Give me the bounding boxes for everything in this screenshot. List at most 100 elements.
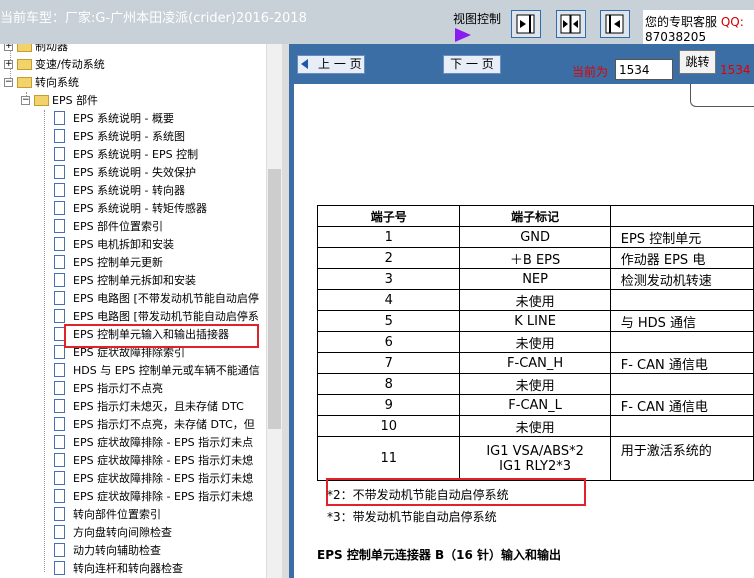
open-folder-icon [17, 76, 32, 88]
tree-item[interactable]: EPS 控制单元拆卸和安装 [54, 272, 196, 290]
column-header-terminal-mark: 端子标记 [459, 205, 611, 227]
tree-item[interactable]: EPS 症状故障排除 - EPS 指示灯未熄 [54, 452, 253, 470]
open-folder-icon [34, 94, 49, 106]
document-icon [54, 543, 65, 557]
table-row: 2 ＋B EPS 作动器 EPS 电 [316, 247, 754, 269]
document-icon [54, 255, 65, 269]
view-right-pane-button[interactable] [511, 10, 541, 38]
document-icon [54, 309, 65, 323]
table-row: 6 未使用 [316, 331, 754, 353]
tree-item[interactable]: 方向盘转向间隙检查 [54, 524, 172, 542]
section-heading: EPS 控制单元连接器 B（16 针）输入和输出 [317, 548, 562, 562]
terminal-desc [609, 415, 754, 437]
column-header-description [609, 205, 754, 227]
tree-item[interactable]: EPS 电路图 [不带发动机节能自动启停 [54, 290, 259, 308]
document-icon [54, 237, 65, 251]
document-icon [54, 399, 65, 413]
tree-item[interactable]: EPS 症状故障排除 - EPS 指示灯未熄 [54, 470, 253, 488]
table-row: 3 NEP 检测发动机转速 [316, 268, 754, 290]
terminal-no: 7 [316, 352, 461, 374]
right-pane-icon [516, 14, 535, 34]
tree-item[interactable]: EPS 指示灯不点亮 [54, 380, 163, 398]
tree-folder-eps-parts[interactable]: − EPS 部件 [21, 92, 98, 110]
view-split-pane-button[interactable] [556, 10, 586, 38]
terminal-no: 1 [316, 226, 461, 248]
table-row: 11 IG1 VSA/ABS*2 IG1 RLY2*3 用于激活系统的 [316, 436, 754, 481]
document-icon [54, 183, 65, 197]
footnote-3: *3：带发动机节能自动启停系统 [327, 510, 497, 524]
tree-item[interactable]: EPS 系统说明 - 失效保护 [54, 164, 196, 182]
terminal-mark: 未使用 [459, 331, 611, 353]
terminal-no: 6 [316, 331, 461, 353]
view-control-arrow-icon[interactable] [455, 28, 471, 42]
terminal-desc: F- CAN 通信电 [609, 352, 754, 374]
document-icon [54, 165, 65, 179]
tree-item[interactable]: EPS 系统说明 - 概要 [54, 110, 174, 128]
connector-figure-fragment [690, 84, 754, 107]
total-pages-label: 1534 / [720, 63, 754, 77]
tree-scrollbar[interactable] [266, 44, 282, 578]
tree-item[interactable]: EPS 部件位置索引 [54, 218, 163, 236]
terminal-desc: 检测发动机转速 [609, 268, 754, 290]
terminal-mark: F-CAN_H [459, 352, 611, 374]
terminal-desc [609, 373, 754, 395]
document-icon [54, 219, 65, 233]
terminal-mark: F-CAN_L [459, 394, 611, 416]
terminal-mark: K LINE [459, 310, 611, 332]
tree-item[interactable]: HDS 与 EPS 控制单元或车辆不能通信 [54, 362, 260, 380]
tree-scrollbar-thumb[interactable] [268, 169, 281, 429]
expand-icon[interactable]: + [4, 59, 13, 69]
tree-item[interactable]: 动力转向辅助检查 [54, 542, 161, 560]
current-page-label: 当前为 [572, 65, 609, 79]
tree-item[interactable]: EPS 系统说明 - EPS 控制 [54, 146, 198, 164]
tree-folder-transmission[interactable]: + 变速/传动系统 [4, 56, 105, 74]
terminal-table: 端子号 端子标记 1 GND EPS 控制单元 2 ＋B EPS 作动器 EPS 电 3… [316, 205, 754, 481]
table-row: 5K LINE 与 HDS 通信 [316, 310, 754, 332]
terminal-mark-cell: IG1 VSA/ABS*2 IG1 RLY2*3 [459, 436, 611, 481]
document-icon [54, 453, 65, 467]
collapse-icon[interactable]: − [4, 77, 13, 87]
terminal-desc: F- CAN 通信电 [609, 394, 754, 416]
terminal-mark-alt: IG1 RLY2*3 [499, 458, 572, 474]
terminal-no: 2 [316, 247, 461, 269]
document-icon [54, 525, 65, 539]
folder-icon [17, 58, 32, 70]
customer-service-box: 您的专职客服 QQ: 87038205 [643, 10, 754, 44]
column-header-terminal-no: 端子号 [316, 205, 461, 227]
terminal-desc: 作动器 EPS 电 [609, 247, 754, 269]
tree-item[interactable]: EPS 症状故障排除 - EPS 指示灯未点 [54, 434, 253, 452]
footnote-2: *2：不带发动机节能自动启停系统 [327, 488, 509, 502]
terminal-desc: 与 HDS 通信 [609, 310, 754, 332]
terminal-desc: 用于激活系统的 [609, 436, 754, 481]
tree-item[interactable]: 转向部件位置索引 [54, 506, 161, 524]
left-pane-icon [605, 14, 624, 34]
pane-splitter[interactable] [282, 44, 294, 578]
tree-item[interactable]: EPS 电机拆卸和安装 [54, 236, 174, 254]
tree-item[interactable]: EPS 系统说明 - 转向器 [54, 182, 185, 200]
document-icon [54, 561, 65, 575]
tree-item[interactable]: EPS 系统说明 - 转矩传感器 [54, 200, 207, 218]
view-left-pane-button[interactable] [600, 10, 630, 38]
tree-folder-brakes[interactable]: + 制动器 [4, 44, 68, 56]
table-row: 4 未使用 [316, 289, 754, 311]
tree-item[interactable]: EPS 指示灯未熄灭，且未存储 DTC [54, 398, 244, 416]
tree-item[interactable]: EPS 系统说明 - 系统图 [54, 128, 185, 146]
tree-item[interactable]: 转向连杆和转向器检查 [54, 560, 183, 578]
page-number-input[interactable] [615, 59, 673, 80]
next-page-button[interactable]: 下 一 页 [443, 55, 501, 74]
prev-page-button[interactable]: 上 一 页 [297, 55, 365, 74]
tree-item[interactable]: EPS 指示灯不点亮，未存储 DTC，但 [54, 416, 255, 434]
document-icon [54, 471, 65, 485]
jump-button[interactable]: 跳转 [679, 50, 716, 74]
collapse-icon[interactable]: − [21, 95, 30, 105]
tree-folder-steering[interactable]: − 转向系统 [4, 74, 79, 92]
terminal-mark: NEP [459, 268, 611, 290]
terminal-mark: IG1 VSA/ABS*2 [486, 443, 584, 459]
tree-item[interactable]: EPS 控制单元更新 [54, 254, 163, 272]
table-row: 7 F-CAN_H F- CAN 通信电 [316, 352, 754, 374]
folder-icon [17, 44, 32, 52]
expand-icon[interactable]: + [4, 44, 13, 51]
tree-item[interactable]: EPS 症状故障排除 - EPS 指示灯未熄 [54, 488, 253, 506]
terminal-no: 8 [316, 373, 461, 395]
document-icon [54, 273, 65, 287]
